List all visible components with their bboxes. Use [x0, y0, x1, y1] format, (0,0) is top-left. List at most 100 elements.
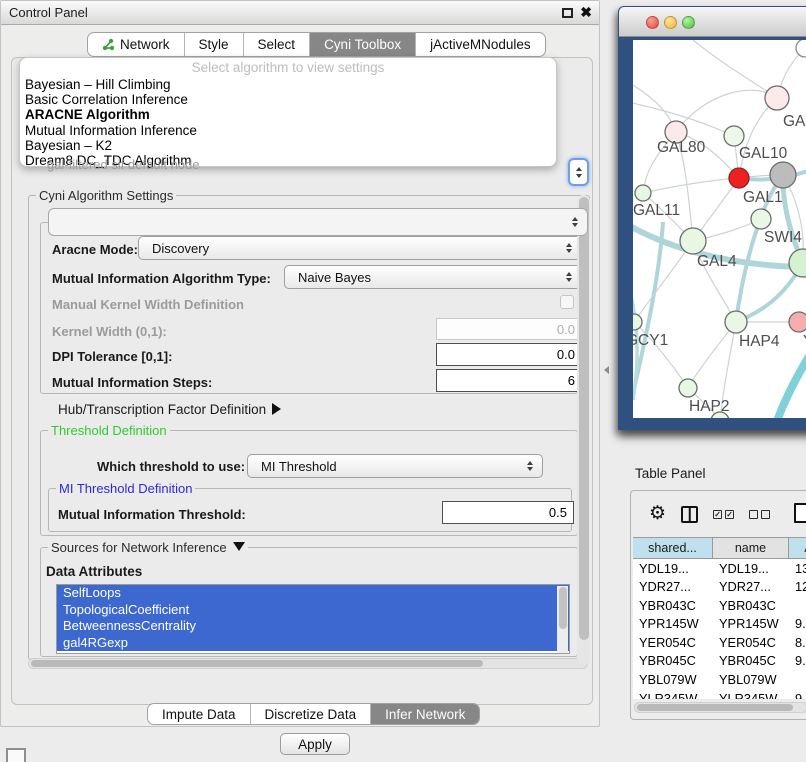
- list-scrollbar[interactable]: [557, 586, 568, 653]
- table-cell: YER054C: [633, 633, 713, 652]
- node-label: GAL4: [697, 253, 737, 270]
- tab-discretize-data[interactable]: Discretize Data: [251, 704, 372, 724]
- data-attribute-item-selected[interactable]: SelfLoops: [57, 585, 569, 602]
- network-node-gal4[interactable]: [680, 228, 706, 254]
- column-header-A[interactable]: A: [789, 538, 806, 558]
- network-canvas[interactable]: GAL8GAL80GAL10GAL1GAL11SWI4GAL4GCY1HAP4Y…: [633, 40, 806, 418]
- which-threshold-combo[interactable]: MI Threshold: [247, 454, 543, 478]
- tab-network[interactable]: Network: [88, 33, 185, 56]
- table-cell: 9.: [789, 652, 806, 671]
- combo-stepper-icon: [572, 217, 578, 227]
- table-row[interactable]: YBR045CYBR045C9.: [633, 652, 806, 671]
- table-cell: YBR045C: [713, 652, 789, 671]
- algorithm-option[interactable]: Basic Correlation Inference: [20, 92, 556, 107]
- table-cell: YDL19...: [713, 559, 789, 578]
- mi-threshold-input[interactable]: 0.5: [442, 501, 574, 524]
- settings-vscrollbar[interactable]: [577, 195, 590, 665]
- network-node-gcy1[interactable]: [633, 314, 642, 330]
- algorithm-option[interactable]: Mutual Information Inference: [20, 123, 556, 138]
- column-header-name[interactable]: name: [713, 538, 789, 558]
- table-row[interactable]: YPR145WYPR145W9.: [633, 615, 806, 634]
- mi-algorithm-type-combo[interactable]: Naive Bayes: [284, 265, 582, 289]
- table-row[interactable]: YER054CYER054C8.: [633, 633, 806, 652]
- table-toolbar: ⚙ ✓✓: [631, 499, 806, 529]
- table-hscrollbar[interactable]: [634, 702, 806, 713]
- hub-definition-expander[interactable]: Hub/Transcription Factor Definition: [58, 402, 281, 417]
- manual-kernel-width-checkbox[interactable]: [560, 295, 574, 309]
- control-panel-tabbar: NetworkStyleSelect Cyni Toolbox jActiveMNo…: [87, 32, 546, 57]
- network-node-hap4[interactable]: [725, 311, 747, 333]
- kernel-width-input[interactable]: 0.0: [436, 318, 582, 340]
- tab-infer-network[interactable]: Infer Network: [371, 704, 479, 724]
- network-node-swi4[interactable]: [751, 209, 771, 229]
- network-edge: [635, 222, 663, 385]
- tab-impute-data[interactable]: Impute Data: [148, 704, 251, 724]
- aracne-mode-combo[interactable]: Discovery: [138, 236, 582, 260]
- table-row[interactable]: YBL079WYBL079W: [633, 671, 806, 690]
- apply-button[interactable]: Apply: [280, 733, 350, 755]
- tab-label: Cyni Toolbox: [324, 37, 401, 52]
- bottom-tabbar: Impute DataDiscretize DataInfer Network: [147, 703, 480, 725]
- algorithm-combo-stepper-icon[interactable]: [568, 158, 589, 186]
- table-row[interactable]: YDL19...YDL19...13: [633, 559, 806, 578]
- network-node-gal10[interactable]: [724, 126, 744, 146]
- tab-jactivemnodules[interactable]: jActiveMNodules: [416, 33, 545, 56]
- close-traffic-light-icon[interactable]: [646, 16, 659, 29]
- hub-definition-label: Hub/Transcription Factor Definition: [58, 402, 266, 417]
- table-row[interactable]: YBR043CYBR043C: [633, 596, 806, 615]
- mi-steps-input[interactable]: 6: [436, 369, 582, 392]
- node-label: GAL8: [783, 113, 806, 130]
- maximize-traffic-light-icon[interactable]: [682, 16, 695, 29]
- dpi-tolerance-value: 0.0: [557, 347, 575, 362]
- network-node-y[interactable]: [789, 312, 806, 332]
- algorithm-option[interactable]: ARACNE Algorithm: [20, 107, 556, 122]
- attribute-table[interactable]: shared...nameAYDL19...YDL19...13YDR27...…: [633, 537, 806, 699]
- table-cell: YLR345W: [713, 689, 789, 699]
- mi-threshold-value: 0.5: [549, 505, 567, 520]
- network-edge: [688, 322, 736, 388]
- page-icon[interactable]: [794, 503, 806, 523]
- table-cell: YBL079W: [713, 671, 789, 690]
- settings-hscrollbar[interactable]: [28, 658, 588, 669]
- tab-select[interactable]: Select: [244, 33, 311, 56]
- tab-style[interactable]: Style: [185, 33, 244, 56]
- network-node-hap2[interactable]: [679, 379, 697, 397]
- data-attribute-item-selected[interactable]: BetweennessCentrality: [57, 618, 569, 635]
- table-cell: YBR045C: [633, 652, 713, 671]
- float-window-icon[interactable]: [562, 8, 573, 18]
- network-selector-combo[interactable]: [48, 208, 588, 236]
- tab-cyni-toolbox[interactable]: Cyni Toolbox: [310, 33, 416, 56]
- column-header-shared[interactable]: shared...: [633, 538, 713, 558]
- table-row[interactable]: YLR345WYLR345W9.: [633, 689, 806, 699]
- network-window-titlebar[interactable]: [619, 7, 806, 37]
- unchecked-pair-icon[interactable]: [749, 510, 770, 519]
- table-cell: 12: [789, 578, 806, 597]
- data-attributes-list[interactable]: SelfLoopsTopologicalCoefficientBetweenne…: [56, 584, 570, 654]
- table-row[interactable]: YDR27...YDR27...12: [633, 578, 806, 597]
- algorithm-option[interactable]: Bayesian – K2: [20, 138, 556, 153]
- sources-group-title[interactable]: Sources for Network Inference: [48, 540, 248, 555]
- data-attribute-item-selected[interactable]: gal4RGexp: [57, 635, 569, 652]
- algorithm-option[interactable]: Bayesian – Hill Climbing: [20, 77, 556, 92]
- network-view-window: GAL8GAL80GAL10GAL1GAL11SWI4GAL4GCY1HAP4Y…: [618, 6, 806, 430]
- columns-icon[interactable]: [681, 506, 698, 523]
- data-attribute-item-selected[interactable]: TopologicalCoefficient: [57, 602, 569, 619]
- cyni-settings-group-title: Cyni Algorithm Settings: [36, 188, 176, 203]
- network-node-gal1[interactable]: [729, 168, 749, 188]
- minimize-traffic-light-icon[interactable]: [664, 16, 677, 29]
- dpi-tolerance-label: DPI Tolerance [0,1]:: [52, 349, 172, 364]
- gear-icon[interactable]: ⚙: [649, 504, 666, 524]
- control-panel-titlebar[interactable]: Control Panel ✖: [1, 1, 599, 25]
- close-icon[interactable]: ✖: [580, 4, 592, 21]
- splitter-handle-icon[interactable]: [604, 366, 609, 374]
- network-node[interactable]: [789, 249, 806, 277]
- network-node-gal8[interactable]: [765, 86, 789, 110]
- network-node[interactable]: [770, 162, 796, 188]
- network-node-gal11[interactable]: [635, 185, 651, 201]
- aracne-mode-value: Discovery: [152, 241, 209, 256]
- network-node[interactable]: [796, 40, 806, 57]
- dpi-tolerance-input[interactable]: 0.0: [436, 343, 582, 366]
- node-label: HAP4: [739, 333, 780, 350]
- checked-pair-icon[interactable]: ✓✓: [713, 510, 734, 519]
- minimized-panel-icon[interactable]: [6, 748, 26, 762]
